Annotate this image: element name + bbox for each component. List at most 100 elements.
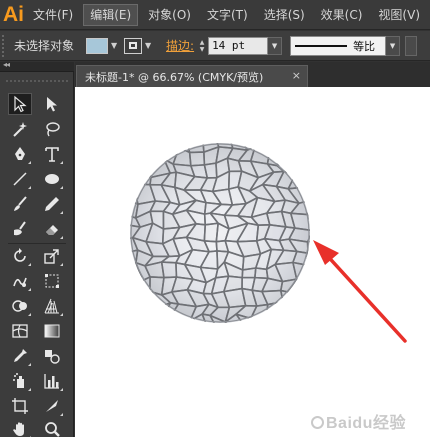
mosaic-cell xyxy=(266,300,284,319)
pen-nib-icon xyxy=(15,147,25,160)
slice-tool[interactable] xyxy=(40,395,64,417)
mesh-tool[interactable] xyxy=(8,320,32,342)
mosaic-cell xyxy=(303,186,310,204)
mosaic-cell xyxy=(134,146,156,163)
stroke-square-icon xyxy=(129,42,138,49)
pen-tool[interactable] xyxy=(8,143,32,165)
free-transform-tool[interactable] xyxy=(40,270,64,292)
toolbox-divider xyxy=(8,243,66,244)
menu-object[interactable]: 对象(O) xyxy=(142,4,197,26)
toolbox xyxy=(0,72,74,437)
mosaic-cell xyxy=(149,313,166,323)
magic-wand-tool[interactable] xyxy=(8,118,32,140)
artboard-tool[interactable] xyxy=(8,395,32,417)
eyedropper-tool[interactable] xyxy=(8,345,32,367)
document-tab[interactable]: 未标题-1* @ 66.67% (CMYK/预览) × xyxy=(76,65,308,87)
toolbox-header: ◂◂ xyxy=(0,60,74,72)
hand-tool[interactable] xyxy=(8,418,32,437)
menu-select[interactable]: 选择(S) xyxy=(258,4,311,26)
profile-dropdown-icon[interactable]: ▼ xyxy=(386,35,401,56)
artboard-canvas[interactable]: Baidu经验 xyxy=(75,87,430,437)
mosaic-cell xyxy=(303,143,310,150)
column-graph-icon xyxy=(44,374,59,389)
eraser-icon xyxy=(46,225,58,235)
variable-width-profile[interactable]: 等比 xyxy=(290,35,387,56)
menu-bar: Ai 文件(F) 编辑(E) 对象(O) 文字(T) 选择(S) 效果(C) 视… xyxy=(0,0,430,30)
mosaic-cell xyxy=(147,143,166,152)
type-tool[interactable] xyxy=(40,143,64,165)
menu-effect[interactable]: 效果(C) xyxy=(315,4,369,26)
stroke-weight-dropdown-icon[interactable]: ▼ xyxy=(268,36,283,55)
red-arrow-annotation xyxy=(313,240,407,343)
mosaic-cell xyxy=(287,302,307,320)
blend-tool[interactable] xyxy=(40,345,64,367)
menu-type[interactable]: 文字(T) xyxy=(201,4,254,26)
zoom-tool[interactable] xyxy=(40,418,64,437)
blob-brush-icon xyxy=(14,221,26,236)
free-transform-icon xyxy=(45,274,59,288)
paintbrush-tool[interactable] xyxy=(8,193,32,215)
stroke-label[interactable]: 描边: xyxy=(166,37,194,54)
tab-close-icon[interactable]: × xyxy=(292,69,301,82)
pencil-tool[interactable] xyxy=(40,193,64,215)
column-graph-tool[interactable] xyxy=(40,370,64,392)
mosaic-cell xyxy=(130,173,143,186)
document-tab-bar: 未标题-1* @ 66.67% (CMYK/预览) × xyxy=(75,62,430,87)
scale-tool[interactable] xyxy=(40,245,64,267)
stroke-color-swatch[interactable] xyxy=(124,37,143,54)
artboard-icon xyxy=(12,398,28,414)
mosaic-cell xyxy=(307,199,310,216)
symbol-sprayer-tool[interactable] xyxy=(8,370,32,392)
toolbox-grip[interactable] xyxy=(6,80,68,86)
menu-file[interactable]: 文件(F) xyxy=(27,4,79,26)
collapse-icon[interactable]: ◂◂ xyxy=(3,60,10,69)
mosaic-cell xyxy=(130,146,142,166)
stained-glass-circle-artwork[interactable] xyxy=(129,142,311,324)
lasso-tool[interactable] xyxy=(40,118,64,140)
selection-tool[interactable] xyxy=(8,93,32,115)
line-segment-tool[interactable] xyxy=(8,168,32,190)
type-t-icon xyxy=(45,147,59,162)
eraser-tool[interactable] xyxy=(40,218,64,240)
perspective-grid-tool[interactable] xyxy=(40,295,64,317)
blend-icon xyxy=(45,350,60,364)
mosaic-cell xyxy=(133,316,157,323)
perspective-grid-icon xyxy=(44,298,59,314)
mosaic-cell xyxy=(133,300,159,321)
pencil-icon xyxy=(45,197,59,211)
stroke-weight-spinner[interactable]: ▲ ▼ xyxy=(198,39,206,53)
blob-brush-tool[interactable] xyxy=(8,218,32,240)
mosaic-cell xyxy=(279,289,298,304)
menu-view[interactable]: 视图(V) xyxy=(372,4,426,26)
stroke-weight-field[interactable]: 14 pt xyxy=(208,36,269,55)
brush-definition-dropdown[interactable] xyxy=(405,35,418,56)
eyedropper-icon xyxy=(14,349,27,362)
mosaic-cell xyxy=(130,275,144,291)
fill-dropdown-icon[interactable]: ▼ xyxy=(108,41,120,50)
rotate-tool[interactable] xyxy=(8,245,32,267)
mosaic-cell xyxy=(249,143,272,148)
selection-arrow-icon xyxy=(14,95,27,113)
gradient-tool[interactable] xyxy=(40,320,64,342)
menu-edit[interactable]: 编辑(E) xyxy=(83,3,139,26)
mosaic-cell xyxy=(188,151,206,167)
mosaic-cell xyxy=(130,318,145,323)
fill-color-swatch[interactable] xyxy=(86,37,109,54)
mosaic-cell xyxy=(276,147,300,167)
stroke-dropdown-icon[interactable]: ▼ xyxy=(142,41,154,50)
line-segment-icon xyxy=(13,172,27,186)
mesh-icon xyxy=(12,324,28,338)
baidu-paw-icon xyxy=(311,416,324,429)
direct-selection-arrow-icon xyxy=(47,97,57,112)
mosaic-cell xyxy=(275,143,300,151)
profile-line-preview xyxy=(295,44,348,47)
document-tab-title: 未标题-1* @ 66.67% (CMYK/预览) xyxy=(85,70,264,84)
shape-builder-tool[interactable] xyxy=(8,295,32,317)
direct-selection-tool[interactable] xyxy=(40,93,64,115)
ellipse-tool[interactable] xyxy=(40,168,64,190)
warp-tool[interactable] xyxy=(8,270,32,292)
lasso-icon xyxy=(46,122,60,137)
mosaic-cell xyxy=(304,146,310,167)
panel-grip[interactable] xyxy=(2,34,8,57)
mosaic-cell xyxy=(287,146,310,163)
